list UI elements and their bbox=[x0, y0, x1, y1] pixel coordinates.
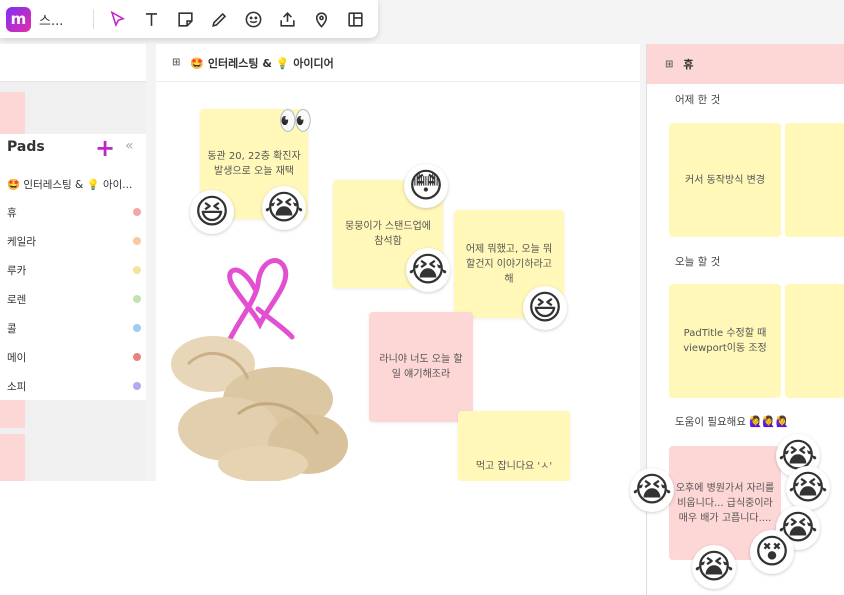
sticky-note-fragment[interactable] bbox=[0, 92, 25, 137]
sticky-note[interactable]: 커서 동작방식 변경 bbox=[669, 123, 781, 237]
pad-color-dot bbox=[133, 237, 141, 245]
pad-color-dot bbox=[133, 382, 141, 390]
collapse-icon[interactable]: « bbox=[125, 138, 134, 154]
select-tool-button[interactable] bbox=[100, 2, 134, 36]
section-label: 어제 한 것 bbox=[675, 94, 721, 106]
pad-color-dot bbox=[133, 353, 141, 361]
pad-item-luka[interactable]: 루카 bbox=[7, 260, 141, 280]
pad-color-dot bbox=[133, 266, 141, 274]
pad-header: ⊞ 🤩 인터레스팅 & 💡 아이디어 bbox=[156, 44, 640, 82]
emoji-reaction-crying[interactable]: 😭 bbox=[786, 466, 830, 510]
pad-item-sophie[interactable]: 소피 bbox=[7, 376, 141, 396]
text-tool-button[interactable] bbox=[134, 2, 168, 36]
pen-tool-button[interactable] bbox=[202, 2, 236, 36]
pad-item-hue[interactable]: 휴 bbox=[7, 202, 141, 222]
pads-menu: Pads + « 🤩 인터레스팅 & 💡 아이... 휴 케일라 루카 로렌 콜… bbox=[0, 134, 146, 400]
pad-color-dot bbox=[133, 324, 141, 332]
canvas-background bbox=[0, 481, 646, 595]
pad-item-label: 휴 bbox=[7, 206, 17, 219]
emoji-reaction-dizzy[interactable]: 😵 bbox=[750, 530, 794, 574]
layout-tool-button[interactable] bbox=[338, 2, 372, 36]
text-icon bbox=[145, 12, 157, 26]
app-title[interactable]: 스... bbox=[39, 10, 79, 29]
emoji-reaction-crying[interactable]: 😭 bbox=[630, 468, 674, 512]
section-label: 도움이 필요해요 🙋‍♀️🙋‍♀️🙋‍♀️ bbox=[675, 416, 789, 428]
pad-item-kayla[interactable]: 케일라 bbox=[7, 231, 141, 251]
sticky-note-fragment[interactable] bbox=[0, 434, 25, 482]
pad-item-label: 루카 bbox=[7, 264, 27, 277]
pad-item-lauren[interactable]: 로렌 bbox=[7, 289, 141, 309]
pad-item-label: 소피 bbox=[7, 380, 27, 393]
pad-title[interactable]: 휴 bbox=[683, 56, 693, 72]
smiley-icon bbox=[245, 11, 261, 27]
pad-header: ⊞ 휴 bbox=[647, 44, 844, 84]
toolbar: m 스... bbox=[0, 0, 378, 38]
bread-photo[interactable] bbox=[168, 324, 348, 481]
pad-color-dot bbox=[133, 295, 141, 303]
upload-tool-button[interactable] bbox=[270, 2, 304, 36]
pad-item-interesting[interactable]: 🤩 인터레스팅 & 💡 아이... bbox=[7, 174, 141, 194]
left-pad-header bbox=[0, 44, 146, 82]
pads-title: Pads bbox=[7, 139, 45, 155]
pad-item-label: 로렌 bbox=[7, 293, 27, 306]
sticky-note[interactable] bbox=[785, 123, 844, 237]
pad-item-label: 콜 bbox=[7, 322, 17, 335]
pad-item-cole[interactable]: 콜 bbox=[7, 318, 141, 338]
emoji-reaction-laughing[interactable]: 😆 bbox=[523, 286, 567, 330]
sticky-note[interactable]: 라니야 너도 오늘 할일 얘기해조라 bbox=[369, 312, 473, 422]
add-pad-button[interactable]: + bbox=[95, 134, 115, 162]
pad-item-label: 케일라 bbox=[7, 235, 36, 248]
emoji-reaction-crying[interactable]: 😭 bbox=[692, 545, 736, 589]
sticky-note-tool-button[interactable] bbox=[168, 2, 202, 36]
location-pin-icon bbox=[315, 11, 327, 28]
emoji-reaction-crying[interactable]: 😭 bbox=[406, 248, 450, 292]
location-tool-button[interactable] bbox=[304, 2, 338, 36]
app-logo[interactable]: m bbox=[6, 6, 31, 32]
sticky-note-icon bbox=[177, 11, 193, 27]
pad-color-dot bbox=[133, 208, 141, 216]
eyes-emoji[interactable]: 👀 bbox=[278, 104, 313, 137]
pad-title[interactable]: 🤩 인터레스팅 & 💡 아이디어 bbox=[190, 55, 333, 71]
pad-icon: ⊞ bbox=[172, 57, 181, 68]
pad-item-mei[interactable]: 메이 bbox=[7, 347, 141, 367]
cursor-icon bbox=[110, 10, 125, 27]
emoji-reaction-surprised[interactable]: 😳 bbox=[404, 164, 448, 208]
pad-item-label: 메이 bbox=[7, 351, 27, 364]
emoji-tool-button[interactable] bbox=[236, 2, 270, 36]
emoji-reaction-crying[interactable]: 😭 bbox=[262, 186, 306, 230]
toolbar-divider bbox=[93, 9, 94, 29]
pad-icon: ⊞ bbox=[665, 58, 674, 70]
pad-item-label: 🤩 인터레스팅 & 💡 아이... bbox=[7, 178, 133, 191]
sticky-note[interactable]: 먹고 잡니다요 'ㅅ' bbox=[458, 411, 570, 481]
pen-icon bbox=[211, 12, 226, 27]
section-label: 오늘 할 것 bbox=[675, 256, 721, 268]
sticky-note[interactable]: PadTitle 수정할 때 viewport이동 조정 bbox=[669, 284, 781, 398]
layout-icon bbox=[347, 11, 363, 27]
emoji-reaction-laughing[interactable]: 😆 bbox=[190, 190, 234, 234]
upload-icon bbox=[279, 11, 295, 27]
sticky-note-fragment[interactable] bbox=[0, 400, 25, 428]
sticky-note[interactable] bbox=[785, 284, 844, 398]
interesting-ideas-pad: ⊞ 🤩 인터레스팅 & 💡 아이디어 동관 20, 22층 확진자 발생으로 오… bbox=[156, 44, 640, 481]
